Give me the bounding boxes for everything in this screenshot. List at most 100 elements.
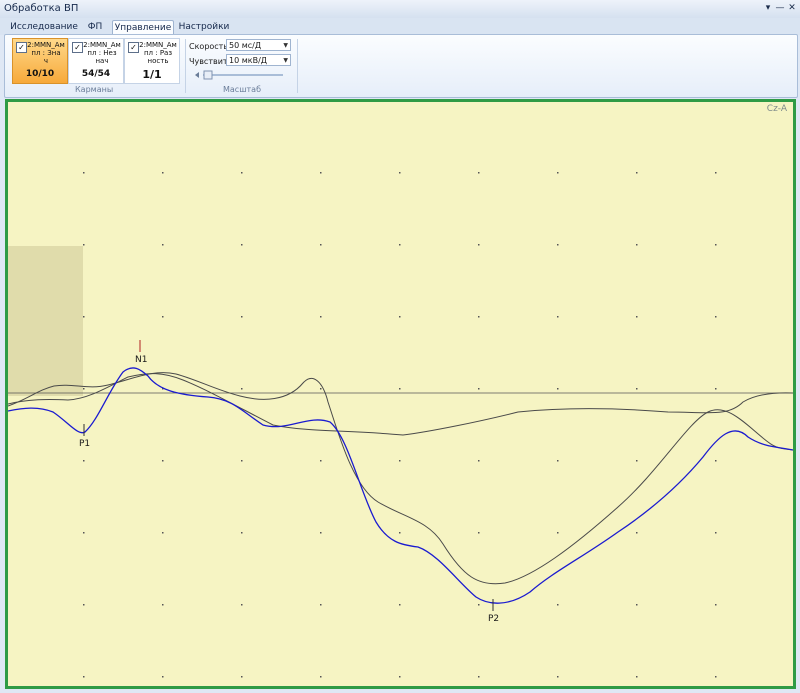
grid-dot [557, 388, 559, 390]
grid-dot [399, 676, 401, 678]
pocket-label-2: 2:MMN_Ам пл : Нез нач [83, 41, 121, 65]
grid-dot [715, 172, 717, 174]
grid-dot [241, 388, 243, 390]
tab-nastroiki[interactable]: Настройки [176, 20, 232, 35]
grid-dot [399, 604, 401, 606]
grid-dot [241, 244, 243, 246]
grid-dot [478, 316, 480, 318]
waveform-canvas[interactable]: N1 P1 P2 [8, 102, 793, 686]
chevron-down-icon: ▼ [283, 42, 288, 49]
grid-dot [320, 604, 322, 606]
grid-dot [715, 460, 717, 462]
analysis-window [8, 246, 83, 396]
scale-slider[interactable] [193, 70, 283, 80]
grid-dot [162, 316, 164, 318]
peak-label-n1: N1 [135, 355, 147, 365]
grid-dot [162, 676, 164, 678]
grid-dot [636, 460, 638, 462]
ep-plot-area[interactable]: N1 P1 P2 Cz-A [8, 102, 793, 686]
grid-dot [83, 172, 85, 174]
pocket-item-3[interactable]: ✓ 2:MMN_Ам пл : Раз ность 1/1 [124, 38, 180, 84]
grid-dot [636, 244, 638, 246]
grid-dot [636, 604, 638, 606]
grid-dot [715, 676, 717, 678]
grid-dot [557, 172, 559, 174]
grid-dot [320, 244, 322, 246]
grid-dot [636, 388, 638, 390]
slider-thumb[interactable] [203, 70, 213, 80]
grid-dot [715, 388, 717, 390]
grid-dot [162, 604, 164, 606]
grid-dot [320, 316, 322, 318]
grid-dot [715, 244, 717, 246]
trace-blue [8, 367, 793, 604]
pocket-item-1[interactable]: ✓ 2:MMN_Ам пл : Зна ч 10/10 [12, 38, 68, 84]
grid-dot [478, 604, 480, 606]
grid-dot [557, 676, 559, 678]
grid-dot [320, 172, 322, 174]
grid-dot [715, 604, 717, 606]
grid-dots [83, 172, 717, 678]
grid-dot [557, 460, 559, 462]
grid-dot [478, 676, 480, 678]
pockets-group-label: Карманы [75, 85, 114, 94]
grid-dot [399, 316, 401, 318]
grid-dot [241, 172, 243, 174]
group-separator [297, 39, 298, 93]
grid-dot [557, 532, 559, 534]
grid-dot [241, 460, 243, 462]
pocket-label-1: 2:MMN_Ам пл : Зна ч [27, 41, 65, 65]
grid-dot [478, 244, 480, 246]
grid-dot [241, 532, 243, 534]
scale-group-label: Масштаб [223, 85, 262, 94]
chevron-down-icon: ▼ [283, 57, 288, 64]
grid-dot [83, 316, 85, 318]
peak-label-p2: P2 [488, 614, 499, 624]
minimize-icon[interactable]: — [774, 2, 786, 14]
grid-dot [478, 460, 480, 462]
grid-dot [241, 604, 243, 606]
grid-dot [715, 532, 717, 534]
grid-dot [636, 316, 638, 318]
grid-dot [399, 460, 401, 462]
grid-dot [162, 244, 164, 246]
grid-dot [636, 172, 638, 174]
grid-dot [636, 676, 638, 678]
peak-label-p1: P1 [79, 439, 90, 449]
speed-select[interactable]: 50 мс/Д ▼ [226, 39, 291, 51]
speed-label: Скорость [189, 42, 229, 51]
ribbon-tabs: Исследование ФП Управление Настройки [0, 18, 800, 36]
pocket-label-3: 2:MMN_Ам пл : Раз ность [139, 41, 177, 65]
sensitivity-select[interactable]: 10 мкВ/Д ▼ [226, 54, 291, 66]
grid-dot [399, 388, 401, 390]
grid-dot [715, 316, 717, 318]
grid-dot [320, 388, 322, 390]
grid-dot [162, 532, 164, 534]
grid-dot [478, 532, 480, 534]
tab-fp[interactable]: ФП [80, 20, 110, 35]
grid-dot [320, 676, 322, 678]
grid-dot [241, 316, 243, 318]
grid-dot [557, 244, 559, 246]
channel-label: Cz-A [766, 104, 787, 114]
grid-dot [399, 172, 401, 174]
tab-issledovanie[interactable]: Исследование [8, 20, 80, 35]
grid-dot [83, 388, 85, 390]
grid-dot [162, 460, 164, 462]
grid-dot [241, 676, 243, 678]
pocket-count-1: 10/10 [25, 69, 55, 79]
sensitivity-value: 10 мкВ/Д [229, 56, 268, 65]
grid-dot [320, 532, 322, 534]
grid-dot [83, 676, 85, 678]
close-icon[interactable]: ✕ [786, 2, 798, 14]
trace-gray-1 [8, 372, 793, 585]
pocket-item-2[interactable]: ✓ 2:MMN_Ам пл : Нез нач 54/54 [68, 38, 124, 84]
menu-dropdown-icon[interactable]: ▾ [762, 2, 774, 14]
sensitivity-label: Чувствит. [189, 57, 231, 66]
grid-dot [83, 604, 85, 606]
grid-dot [636, 532, 638, 534]
grid-dot [478, 388, 480, 390]
window-title: Обработка ВП [4, 3, 79, 14]
grid-dot [162, 172, 164, 174]
grid-dot [557, 316, 559, 318]
